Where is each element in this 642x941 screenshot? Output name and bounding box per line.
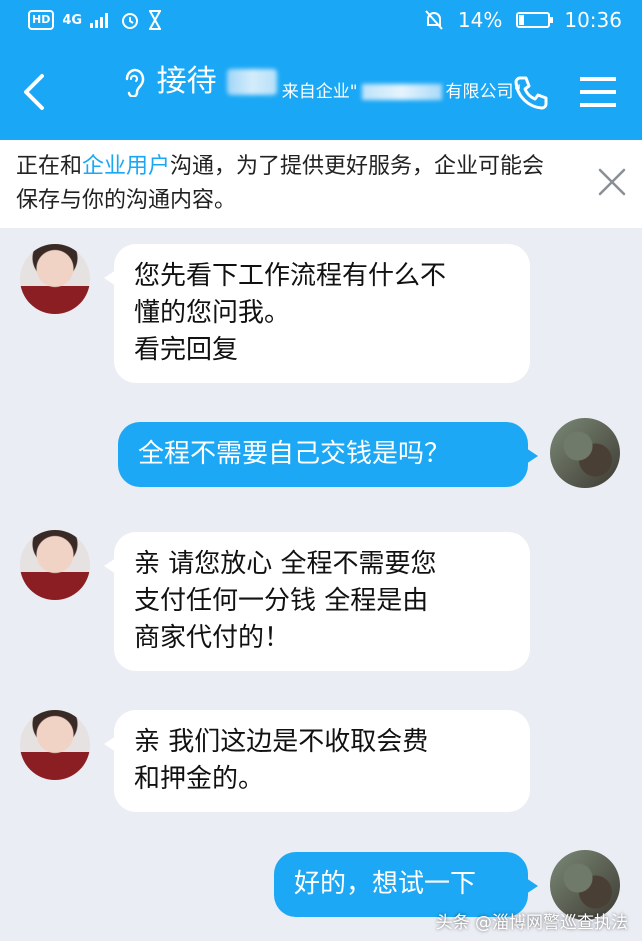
- notice-text-before: 正在和: [16, 154, 83, 179]
- enterprise-user-link[interactable]: 企业用户: [82, 154, 170, 179]
- ear-icon: [125, 68, 144, 97]
- user-avatar[interactable]: [550, 418, 620, 488]
- close-icon[interactable]: [596, 166, 628, 198]
- watermark: 头条 @淄博网警巡查执法: [435, 913, 628, 933]
- redacted-company: [361, 84, 442, 100]
- message-bubble-agent[interactable]: 亲 请您放心 全程不需要您 支付任何一分钱 全程是由 商家代付的！: [104, 532, 530, 671]
- message-bubble-agent[interactable]: 亲 我们这边是不收取会费 和押金的。: [104, 710, 530, 812]
- battery-icon: [516, 12, 554, 28]
- message-line: 懂的您问我。: [134, 298, 291, 328]
- alarm-icon: [122, 13, 139, 29]
- page-title: 接待: [156, 64, 217, 99]
- menu-button[interactable]: [578, 74, 618, 110]
- message-line: 支付任何一分钱 全程是由: [134, 586, 429, 616]
- message-line: 全程不需要自己交钱是吗？: [138, 439, 451, 469]
- message-line: 好的，想试一下: [294, 869, 477, 899]
- message-bubble-agent[interactable]: 您先看下工作流程有什么不 懂的您问我。 看完回复: [104, 244, 530, 383]
- message-line: 商家代付的！: [134, 623, 291, 653]
- hd-badge: HD: [28, 10, 55, 30]
- message-bubble-user[interactable]: 全程不需要自己交钱是吗？: [118, 422, 538, 487]
- subtitle-suffix: 有限公司": [445, 82, 522, 102]
- phone-call-button[interactable]: [512, 74, 550, 112]
- message-line: 看完回复: [134, 335, 239, 365]
- hourglass-icon: [149, 10, 162, 30]
- agent-avatar[interactable]: [20, 710, 90, 780]
- status-left: HD 4G: [28, 10, 162, 30]
- notice-banner: 正在和企业用户沟通，为了提供更好服务，企业可能会保存与你的沟通内容。: [0, 140, 642, 228]
- message-line: 亲 我们这边是不收取会费: [134, 727, 429, 757]
- battery-fill: [519, 15, 524, 25]
- redacted-name: [226, 69, 277, 95]
- status-right: 14% 10:36: [424, 8, 622, 32]
- network-label: 4G: [62, 12, 83, 28]
- agent-avatar[interactable]: [20, 244, 90, 314]
- title-bar: 接待 来自企业" 有限公司": [0, 44, 642, 140]
- message-line: 和押金的。: [134, 764, 265, 794]
- message-line: 亲 请您放心 全程不需要您: [134, 549, 437, 579]
- message-line: 您先看下工作流程有什么不: [134, 261, 447, 291]
- clock: 10:36: [564, 8, 622, 32]
- signal-icon: [90, 13, 109, 28]
- agent-avatar[interactable]: [20, 530, 90, 600]
- battery-percent: 14%: [457, 8, 503, 32]
- status-bar: HD 4G 14% 10:36: [0, 0, 642, 44]
- subtitle-prefix: 来自企业": [281, 82, 358, 102]
- page-subtitle: 来自企业" 有限公司": [282, 80, 522, 104]
- title-line: 接待: [121, 62, 277, 102]
- mute-icon: [425, 10, 443, 30]
